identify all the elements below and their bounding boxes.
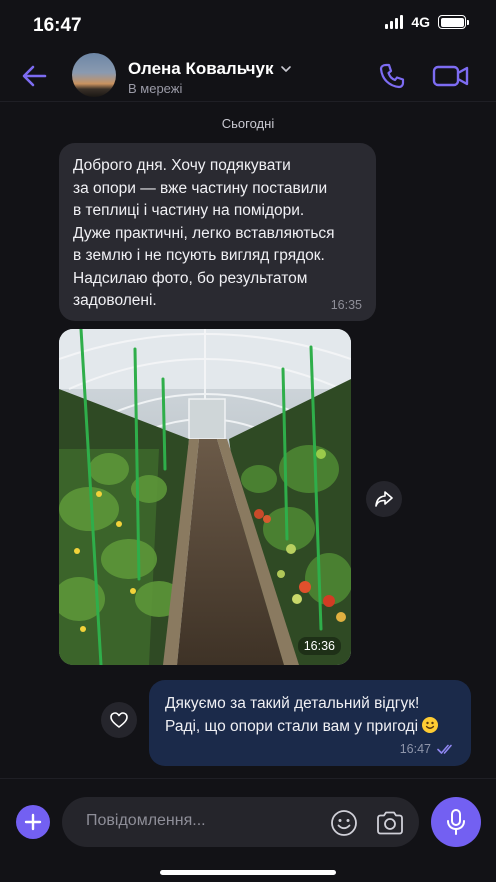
network-label: 4G	[411, 14, 430, 30]
outgoing-message-text-row: Дякуємо за такий детальний відгук! Раді,…	[165, 693, 455, 738]
contact-name-row[interactable]: Олена Ковальчук	[128, 59, 292, 79]
photo-time: 16:36	[297, 637, 341, 655]
signal-icon	[385, 15, 404, 29]
message-time: 16:47	[399, 742, 431, 756]
status-indicators: 4G	[385, 14, 469, 30]
status-bar: 16:47 4G	[0, 0, 496, 50]
date-separator: Сьогодні	[221, 116, 275, 131]
message-meta: 16:47	[400, 742, 457, 756]
double-check-icon	[437, 744, 452, 754]
video-camera-icon[interactable]	[432, 62, 470, 90]
outgoing-message-bubble[interactable]: Дякуємо за такий детальний відгук! Раді,…	[149, 680, 471, 766]
phone-icon[interactable]	[378, 62, 406, 90]
message-input[interactable]: Повідомлення...	[62, 797, 419, 847]
contact-status: В мережі	[128, 81, 183, 96]
greenhouse-photo[interactable]: 16:36	[59, 329, 351, 665]
heart-icon	[110, 712, 128, 728]
share-icon	[375, 491, 393, 507]
message-composer: Повідомлення...	[0, 778, 496, 882]
chat-header: Олена Ковальчук В мережі	[0, 50, 496, 102]
incoming-message-bubble[interactable]: Доброго дня. Хочу подякувати за опори — …	[59, 143, 376, 321]
camera-icon[interactable]	[375, 809, 405, 837]
battery-icon	[438, 15, 469, 29]
microphone-icon	[447, 809, 465, 835]
attach-button[interactable]	[16, 805, 50, 839]
home-indicator	[160, 870, 336, 875]
plus-icon	[24, 813, 42, 831]
contact-name[interactable]: Олена Ковальчук	[128, 59, 274, 79]
message-text: Дякуємо за такий детальний відгук! Раді,…	[165, 695, 420, 735]
sticker-icon[interactable]	[330, 809, 358, 837]
avatar[interactable]	[72, 53, 116, 97]
like-button[interactable]	[101, 702, 137, 738]
message-text: Доброго дня. Хочу подякувати за опори — …	[73, 157, 335, 309]
microphone-button[interactable]	[431, 797, 481, 847]
status-time: 16:47	[33, 15, 82, 36]
back-arrow-icon[interactable]	[20, 62, 48, 90]
smile-emoji-icon	[422, 716, 439, 733]
message-time: 16:35	[330, 298, 362, 312]
greenhouse-photo-art	[59, 329, 351, 665]
message-input-placeholder: Повідомлення...	[86, 812, 206, 829]
share-button[interactable]	[366, 481, 402, 517]
chevron-down-icon[interactable]	[280, 63, 292, 75]
